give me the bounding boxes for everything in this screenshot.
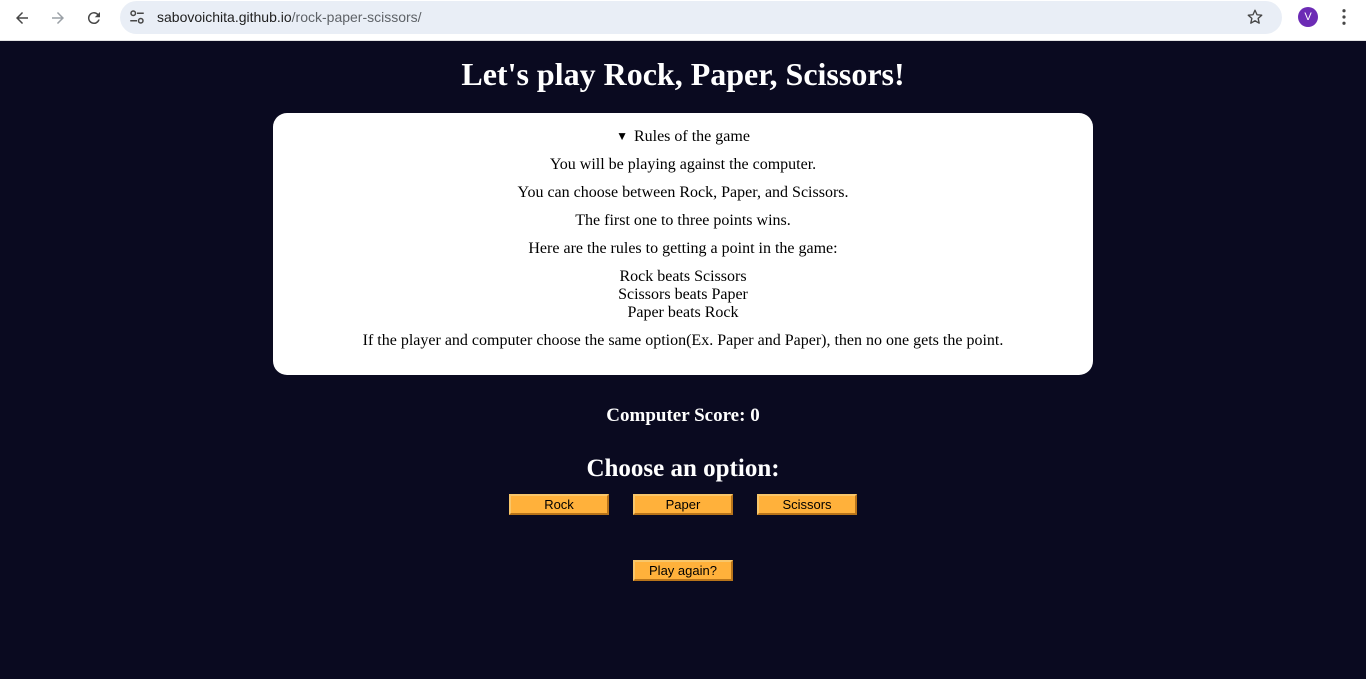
page-title: Let's play Rock, Paper, Scissors!	[461, 56, 905, 92]
rules-summary-label: Rules of the game	[633, 128, 750, 145]
forward-button[interactable]	[45, 5, 71, 31]
rules-line: You can choose between Rock, Paper, and …	[517, 184, 849, 201]
rule-scissors: Scissors beats Paper	[618, 286, 748, 303]
url-text: sabovoichita.github.io/rock-paper-scisso…	[157, 9, 422, 25]
url-host: sabovoichita.github.io	[157, 9, 292, 25]
rock-button[interactable]: Rock	[509, 494, 609, 515]
rules-line: You will be playing against the computer…	[549, 156, 817, 173]
bookmark-star-icon[interactable]	[1246, 8, 1264, 26]
rules-summary[interactable]: ▼ Rules of the game	[273, 128, 1093, 146]
arrow-right-icon	[52, 12, 64, 24]
arrow-left-icon	[16, 12, 28, 24]
play-again-button[interactable]: Play again?	[633, 560, 733, 581]
page-content: Let's play Rock, Paper, Scissors! ▼ Rules…	[0, 41, 1366, 679]
choose-heading: Choose an option:	[586, 455, 780, 482]
reload-button[interactable]	[81, 5, 107, 31]
computer-score: Computer Score: 0	[0, 405, 1366, 427]
address-bar[interactable]: sabovoichita.github.io/rock-paper-scisso…	[120, 1, 1282, 34]
url-path: /rock-paper-scissors/	[291, 9, 422, 25]
browser-toolbar: sabovoichita.github.io/rock-paper-scisso…	[0, 0, 1366, 41]
rules-line: The first one to three points wins.	[575, 212, 791, 229]
rule-paper: Paper beats Rock	[627, 304, 739, 321]
profile-avatar[interactable]: V	[1298, 7, 1318, 27]
scissors-button[interactable]: Scissors	[757, 494, 857, 515]
disclosure-triangle-icon: ▼	[616, 129, 628, 143]
back-button[interactable]	[9, 5, 35, 31]
rules-line: Here are the rules to getting a point in…	[528, 240, 838, 257]
site-settings-icon[interactable]	[128, 8, 146, 26]
reload-icon	[87, 12, 100, 25]
avatar-letter: V	[1304, 11, 1312, 23]
browser-menu-button[interactable]	[1335, 7, 1353, 27]
rules-card: ▼ Rules of the game You will be playing a…	[273, 113, 1093, 375]
rule-rock: Rock beats Scissors	[619, 268, 747, 285]
more-vertical-icon	[1342, 9, 1346, 25]
score-value: 0	[750, 405, 760, 426]
paper-button[interactable]: Paper	[633, 494, 733, 515]
score-label: Computer Score:	[606, 405, 746, 426]
rules-line: If the player and computer choose the sa…	[362, 332, 1004, 349]
